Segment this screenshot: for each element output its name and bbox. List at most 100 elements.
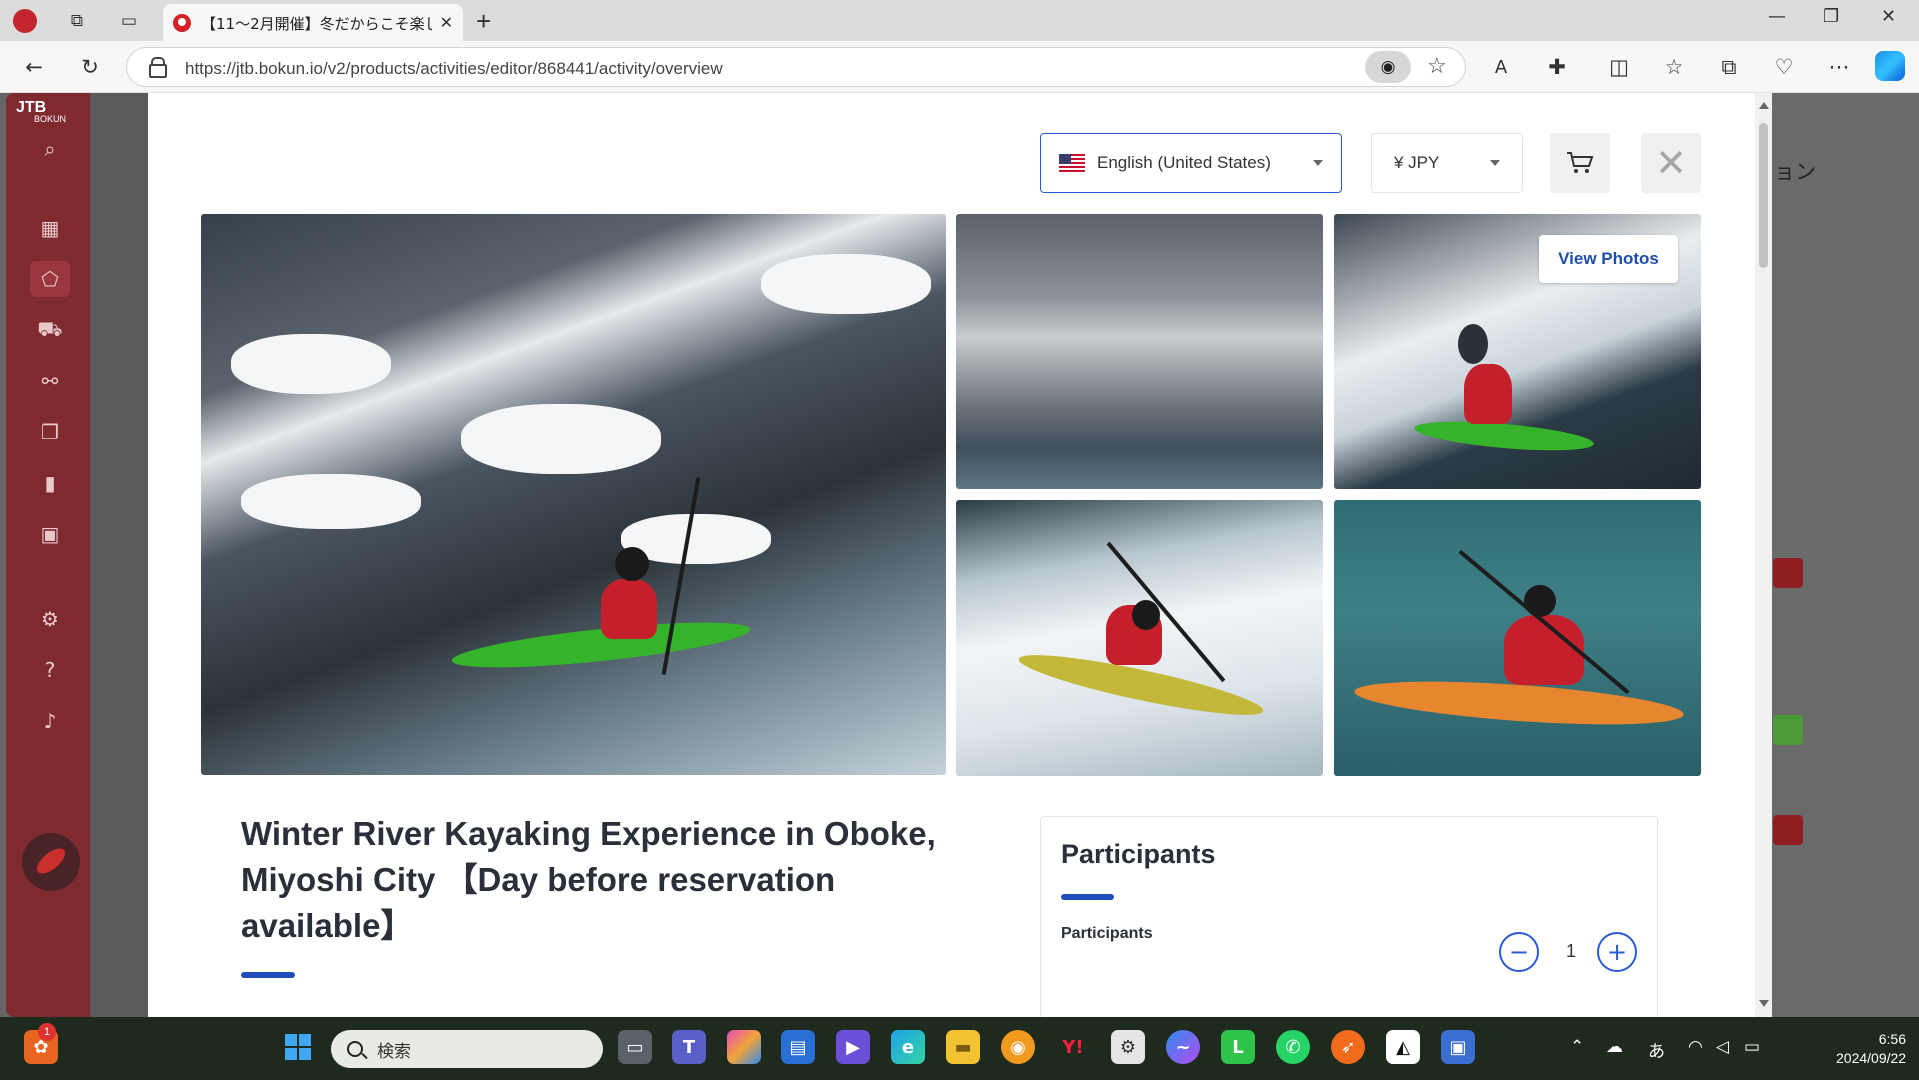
messenger-icon[interactable]: ~: [1166, 1030, 1200, 1064]
minimize-button[interactable]: —: [1768, 6, 1786, 27]
kayaker-helmet: [1132, 600, 1160, 630]
sidebar-search-icon[interactable]: ⌕: [30, 131, 70, 167]
ime-indicator[interactable]: あ: [1648, 1037, 1665, 1062]
tab-actions-icon[interactable]: ▭: [116, 8, 142, 34]
kayaker-helmet: [1458, 324, 1488, 364]
tab-close-icon[interactable]: ✕: [440, 13, 453, 33]
window-close-button[interactable]: ✕: [1881, 6, 1896, 27]
favorites-icon[interactable]: ☆: [1660, 53, 1688, 81]
participants-underline: [1061, 894, 1114, 900]
tab-title: 【11～2月開催】冬だからこそ楽しむ！: [201, 14, 432, 33]
product-title: Winter River Kayaking Experience in Obok…: [241, 815, 936, 944]
sidebar-cart-icon[interactable]: ⛟: [30, 312, 70, 348]
white-app-icon[interactable]: ◭: [1386, 1030, 1420, 1064]
extensions-icon[interactable]: ✚: [1543, 53, 1571, 81]
wifi-icon[interactable]: ◠: [1688, 1037, 1703, 1057]
scroll-up-icon[interactable]: [1759, 102, 1769, 109]
background-right-panel: ョン: [1772, 93, 1919, 1017]
yahoo-icon[interactable]: Y!: [1056, 1030, 1090, 1064]
taskbar-clock[interactable]: 6:56 2024/09/22: [1836, 1030, 1906, 1068]
sidebar-copy-icon[interactable]: ❐: [30, 414, 70, 450]
increase-participants-button[interactable]: +: [1597, 932, 1637, 972]
workspaces-icon[interactable]: ⧉: [64, 8, 90, 34]
title-underline: [241, 972, 295, 978]
sidebar-network-icon[interactable]: ⚯: [30, 363, 70, 399]
participants-label: Participants: [1061, 925, 1153, 942]
address-bar[interactable]: https://jtb.bokun.io/v2/products/activit…: [126, 47, 1466, 87]
tab-active[interactable]: 【11～2月開催】冬だからこそ楽しむ！ ✕: [163, 4, 463, 42]
gallery-photo[interactable]: [956, 214, 1323, 489]
product-preview-modal: English (United States) ¥ JPY ✕ View Pho…: [148, 93, 1772, 1017]
reload-icon[interactable]: ↻: [76, 53, 104, 81]
orange-app-icon[interactable]: ◉: [1001, 1030, 1035, 1064]
more-menu-icon[interactable]: ⋯: [1825, 53, 1853, 81]
kayaker-helmet: [615, 547, 649, 581]
modal-close-button[interactable]: ✕: [1641, 133, 1701, 193]
avatar[interactable]: [22, 833, 80, 891]
scroll-down-icon[interactable]: [1759, 1000, 1769, 1007]
remote-app-icon[interactable]: ▣: [1441, 1030, 1475, 1064]
gallery-main-photo[interactable]: [201, 214, 946, 775]
jtb-logo: JTB BOKUN: [16, 99, 67, 124]
sidebar-chart-icon[interactable]: ▮: [30, 465, 70, 501]
rss-app-icon[interactable]: ➶: [1331, 1030, 1365, 1064]
tool-app-icon[interactable]: ⚙: [1111, 1030, 1145, 1064]
whatsapp-icon[interactable]: ✆: [1276, 1030, 1310, 1064]
clock-date: 2024/09/22: [1836, 1050, 1907, 1066]
sidebar-calendar-icon[interactable]: ▦: [30, 210, 70, 246]
participants-count: 1: [1565, 941, 1576, 961]
file-explorer-icon[interactable]: ▬: [946, 1030, 980, 1064]
sidebar-dashboard-icon[interactable]: ▣: [30, 516, 70, 552]
chevron-down-icon: [1490, 160, 1500, 166]
sidebar-bell-icon[interactable]: ♪: [30, 703, 70, 739]
notification-badge: 1: [38, 1023, 56, 1041]
kayaker-body: [601, 579, 657, 639]
back-icon[interactable]: ←: [20, 53, 48, 81]
gallery-photo[interactable]: [956, 500, 1323, 776]
battery-icon[interactable]: ▭: [1744, 1037, 1760, 1057]
gallery-photo[interactable]: [1334, 500, 1701, 776]
decrease-participants-button[interactable]: −: [1499, 932, 1539, 972]
lock-icon[interactable]: [149, 57, 167, 78]
participants-heading: Participants: [1061, 839, 1216, 869]
sidebar-help-icon[interactable]: ?: [30, 652, 70, 688]
favorite-star-icon[interactable]: ☆: [1427, 53, 1447, 79]
snow-rock: [241, 474, 421, 529]
scroll-thumb[interactable]: [1759, 123, 1768, 268]
copilot-taskbar-icon[interactable]: [727, 1030, 761, 1064]
start-button[interactable]: [281, 1030, 315, 1064]
volume-icon[interactable]: ◁: [1716, 1037, 1729, 1057]
teams-icon[interactable]: T: [672, 1030, 706, 1064]
split-screen-icon[interactable]: ◫: [1605, 53, 1633, 81]
modal-scrollbar[interactable]: [1755, 93, 1772, 1017]
media-app-icon[interactable]: ▶: [836, 1030, 870, 1064]
store-icon[interactable]: ▤: [781, 1030, 815, 1064]
cart-button[interactable]: [1550, 133, 1610, 193]
kayaker-body: [1464, 364, 1512, 424]
chevron-up-icon[interactable]: ⌃: [1570, 1037, 1584, 1057]
edge-icon[interactable]: e: [891, 1030, 925, 1064]
language-select[interactable]: English (United States): [1040, 133, 1342, 193]
new-tab-button[interactable]: +: [476, 6, 491, 37]
cart-icon: [1567, 152, 1594, 173]
tracking-prevention-icon[interactable]: ◉: [1365, 51, 1411, 83]
currency-select[interactable]: ¥ JPY: [1371, 133, 1523, 193]
sidebar-gear-icon[interactable]: ⚙: [30, 601, 70, 637]
collections-icon[interactable]: ⧉: [1715, 53, 1743, 81]
view-photos-button[interactable]: View Photos: [1539, 235, 1678, 283]
snow-rock: [231, 334, 391, 394]
taskbar-search[interactable]: 検索: [331, 1030, 603, 1068]
onedrive-icon[interactable]: ☁: [1606, 1037, 1623, 1057]
windows-taskbar: ✿ 検索 ▭ T ▤ ▶ e ▬ ◉ Y! ⚙ ~ L ✆ ➶ ◭ ▣ ⌃ ☁ …: [0, 1017, 1919, 1080]
task-view-icon[interactable]: ▭: [618, 1030, 652, 1064]
sidebar-tag-icon[interactable]: ⬠: [30, 261, 70, 297]
browser-essentials-icon[interactable]: ♡: [1770, 53, 1798, 81]
url-text[interactable]: https://jtb.bokun.io/v2/products/activit…: [185, 59, 723, 79]
profile-icon[interactable]: [12, 8, 38, 34]
restore-button[interactable]: ❐: [1823, 6, 1839, 27]
participants-card: Participants Participants − 1 +: [1040, 816, 1658, 1017]
copilot-icon[interactable]: [1875, 51, 1905, 81]
background-right-text: ョン: [1774, 160, 1816, 184]
read-aloud-icon[interactable]: A: [1487, 53, 1515, 81]
line-icon[interactable]: L: [1221, 1030, 1255, 1064]
